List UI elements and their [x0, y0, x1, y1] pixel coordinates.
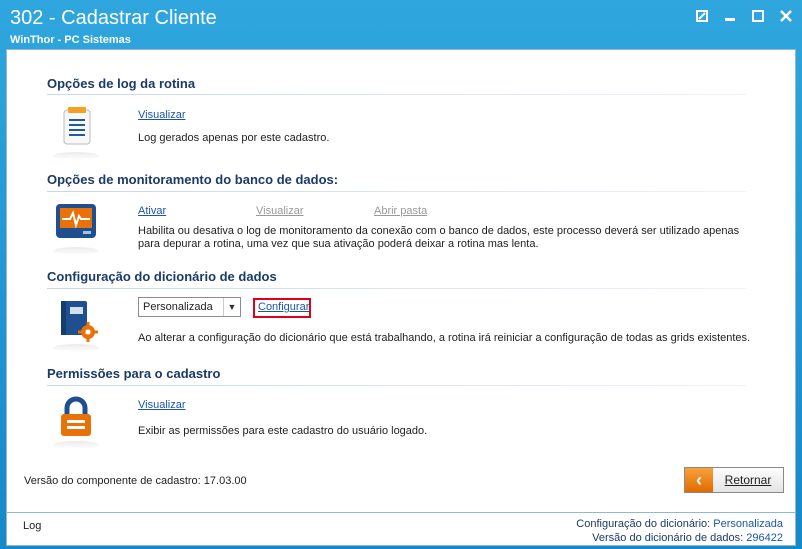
app-window: 302 - Cadastrar Cliente WinThor - PC Sis…	[0, 0, 802, 549]
window-subtitle: WinThor - PC Sistemas	[10, 34, 131, 46]
monitor-description-line1: Habilita ou desativa o log de monitorame…	[138, 225, 740, 237]
dictionary-info: Configuração do dicionário: Personalizad…	[576, 517, 783, 545]
window-title: 302 - Cadastrar Cliente	[10, 7, 217, 29]
log-label: Log	[23, 520, 42, 532]
status-footer: Log Configuração do dicionário: Personal…	[6, 513, 796, 546]
return-button-label: Retornar	[724, 473, 772, 487]
minimize-icon[interactable]	[722, 8, 738, 24]
chevron-down-icon[interactable]: ▼	[223, 298, 240, 316]
padlock-icon	[53, 395, 99, 449]
divider	[47, 191, 747, 192]
section-title-permissions: Permissões para o cadastro	[47, 366, 221, 381]
maximize-icon[interactable]	[750, 8, 766, 24]
config-label: Configuração do dicionário:	[576, 518, 711, 530]
monitor-description-line2: para depurar a rotina, uma vez que sua a…	[138, 238, 539, 250]
divider	[47, 385, 747, 386]
log-view-link[interactable]: Visualizar	[138, 109, 186, 121]
section-title-log: Opções de log da rotina	[47, 76, 196, 91]
section-title-dictionary: Configuração do dicionário de dados	[47, 269, 277, 284]
permissions-view-link[interactable]: Visualizar	[138, 399, 186, 411]
divider	[47, 288, 747, 289]
select-value: Personalizada	[143, 301, 213, 313]
configure-link[interactable]: Configurar	[258, 301, 309, 313]
monitor-pulse-icon	[53, 201, 99, 255]
section-title-monitor: Opções de monitoramento do banco de dado…	[47, 172, 339, 187]
monitor-view-link[interactable]: Visualizar	[256, 205, 304, 217]
config-value: Personalizada	[713, 518, 783, 530]
window-controls	[694, 8, 794, 24]
component-version: Versão do componente de cadastro: 17.03.…	[24, 475, 247, 487]
restore-icon[interactable]	[694, 8, 710, 24]
arrow-left-icon: ‹	[685, 468, 713, 492]
version-label: Versão do dicionário de dados:	[592, 532, 744, 544]
log-description: Log gerados apenas por este cadastro.	[138, 132, 330, 144]
permissions-description: Exibir as permissões para este cadastro …	[138, 425, 428, 437]
monitor-activate-link[interactable]: Ativar	[138, 205, 166, 217]
return-button[interactable]: ‹ Retornar	[684, 467, 784, 493]
main-panel: Opções de log da rotina Visualizar Log g…	[6, 49, 796, 513]
version-value: 296422	[746, 532, 783, 544]
divider	[47, 94, 747, 95]
dictionary-config-select[interactable]: Personalizada ▼	[138, 297, 241, 317]
dictionary-description: Ao alterar a configuração do dicionário …	[138, 332, 751, 344]
close-icon[interactable]	[778, 8, 794, 24]
monitor-open-folder-link[interactable]: Abrir pasta	[374, 205, 427, 217]
document-list-icon	[53, 106, 99, 160]
book-gear-icon	[53, 298, 99, 352]
